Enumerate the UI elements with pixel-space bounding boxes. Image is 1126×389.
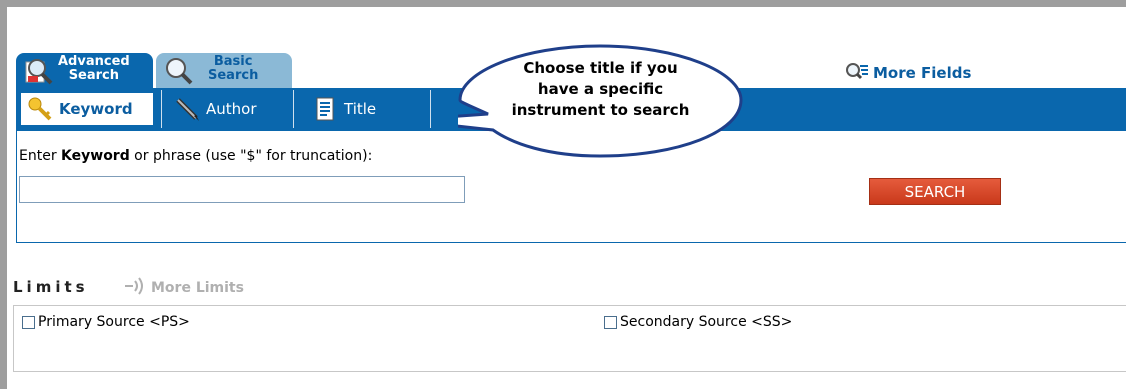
tab-basic-search[interactable]: Basic Search: [156, 53, 292, 88]
magnifier-document-icon: [24, 56, 54, 86]
callout-text: Choose title if you have a specific inst…: [458, 58, 743, 121]
search-prompt: Enter Keyword or phrase (use "$" for tru…: [19, 148, 372, 164]
pen-icon: [174, 96, 200, 122]
more-fields-label: More Fields: [873, 64, 972, 82]
callout-line1: Choose title if you: [523, 59, 678, 77]
tab-keyword[interactable]: Keyword: [20, 92, 154, 126]
search-input[interactable]: [19, 176, 465, 203]
callout-line3: instrument to search: [511, 101, 690, 119]
primary-source-label: Primary Source <PS>: [38, 314, 190, 330]
tab-basic-line2: Search: [208, 68, 259, 83]
secondary-source-checkbox[interactable]: [604, 315, 617, 329]
tab-separator: [161, 90, 162, 128]
limit-primary-source[interactable]: Primary Source <PS>: [22, 314, 190, 330]
tab-title[interactable]: Title: [306, 92, 431, 126]
callout-line2: have a specific: [537, 80, 664, 98]
tab-title-label: Title: [344, 100, 377, 118]
search-button[interactable]: SEARCH: [869, 178, 1001, 205]
tab-author-label: Author: [206, 100, 257, 118]
key-icon: [27, 96, 53, 122]
tab-basic-line1: Basic: [213, 54, 253, 69]
magnifier-icon: [164, 56, 194, 86]
document-icon: [312, 96, 338, 122]
more-fields-icon: [845, 62, 869, 84]
primary-source-checkbox[interactable]: [22, 315, 35, 329]
sound-wave-icon: [124, 275, 148, 301]
more-limits-label: More Limits: [151, 280, 244, 296]
limit-secondary-source[interactable]: Secondary Source <SS>: [604, 314, 792, 330]
tab-advanced-line1: Advanced: [58, 54, 130, 69]
tab-author[interactable]: Author: [168, 92, 293, 126]
tab-advanced-line2: Search: [68, 68, 120, 83]
tab-separator: [430, 90, 431, 128]
secondary-source-label: Secondary Source <SS>: [620, 314, 793, 330]
prompt-before: Enter: [19, 148, 62, 164]
prompt-after: or phrase (use "$" for truncation):: [129, 148, 373, 164]
more-limits-link[interactable]: More Limits: [124, 275, 244, 301]
prompt-bold: Keyword: [61, 148, 130, 164]
limits-heading: Limits: [13, 278, 89, 296]
tab-separator: [293, 90, 294, 128]
tab-advanced-search[interactable]: Advanced Search: [16, 53, 153, 88]
tab-keyword-label: Keyword: [59, 100, 133, 118]
more-fields-link[interactable]: More Fields: [845, 62, 971, 84]
